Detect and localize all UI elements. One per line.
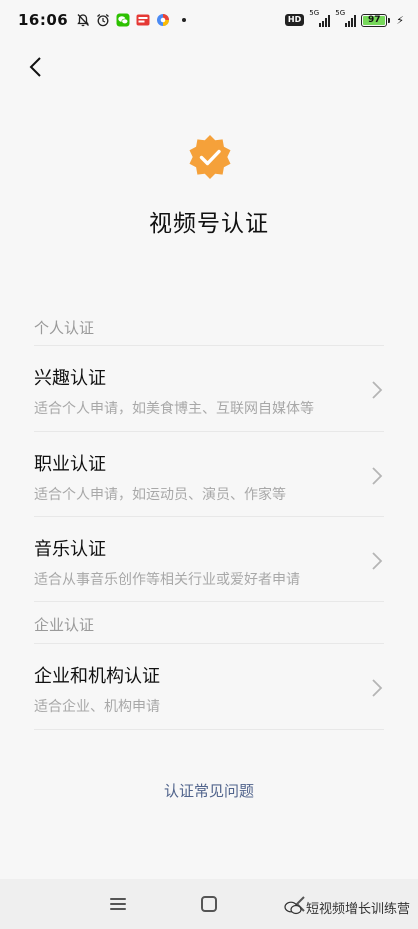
status-bar: 16:06 HD 5G 5G 97 ⚡ [0,0,418,40]
hd-badge: HD [284,14,305,26]
item-description: 适合个人申请，如美食博主、互联网自媒体等 [34,401,314,417]
network-tag: 5G [309,9,320,17]
wechat-icon [116,13,130,27]
app-notification-icon [136,14,150,26]
chevron-right-icon [372,381,383,399]
charging-icon: ⚡ [396,13,404,27]
back-button[interactable] [20,52,50,82]
browser-icon [157,14,170,26]
list-item-professional-verification[interactable]: 职业认证 适合个人申请，如运动员、演员、作家等 [34,432,384,518]
list-item-enterprise-verification[interactable]: 企业和机构认证 适合企业、机构申请 [34,644,384,730]
item-description: 适合企业、机构申请 [34,699,160,715]
watermark: 短视频增长训练营 [284,898,410,917]
divider [34,601,384,602]
battery-icon: 97 [361,13,391,27]
system-icons: HD 5G 5G 97 ⚡ [284,9,404,27]
divider [34,729,384,730]
notification-icons [76,13,187,27]
verified-badge-icon [187,134,233,180]
list-item-music-verification[interactable]: 音乐认证 适合从事音乐创作等相关行业或爱好者申请 [34,517,384,603]
chevron-right-icon [372,467,383,485]
item-description: 适合个人申请，如运动员、演员、作家等 [34,487,286,503]
network-tag: 5G [335,9,346,17]
menu-icon [110,898,126,910]
menu-button[interactable] [106,892,130,916]
item-title: 兴趣认证 [34,368,106,389]
alarm-icon [97,14,110,27]
more-notifications-dot [182,18,187,22]
item-title: 职业认证 [34,454,106,475]
signal-icon: 5G [309,9,331,27]
home-square-icon [201,896,217,912]
status-time: 16:06 [18,11,69,29]
battery-level: 97 [368,15,381,25]
item-title: 企业和机构认证 [34,666,160,687]
list-item-interest-verification[interactable]: 兴趣认证 适合个人申请，如美食博主、互联网自媒体等 [34,346,384,432]
watermark-text: 短视频增长训练营 [305,902,410,917]
signal-icon: 5G [335,9,357,27]
wechat-official-account-icon [284,901,302,914]
mute-bell-icon [77,14,90,27]
section-label-personal: 个人认证 [34,319,95,337]
item-title: 音乐认证 [34,539,106,560]
section-label-enterprise: 企业认证 [34,616,95,634]
item-description: 适合从事音乐创作等相关行业或爱好者申请 [34,572,300,588]
chevron-left-icon [29,57,41,77]
chevron-right-icon [372,679,383,697]
faq-link[interactable]: 认证常见问题 [0,780,418,801]
page-title: 视频号认证 [149,211,269,237]
home-button[interactable] [197,892,221,916]
navigation-bar: 短视频增长训练营 [0,879,418,929]
chevron-right-icon [372,552,383,570]
